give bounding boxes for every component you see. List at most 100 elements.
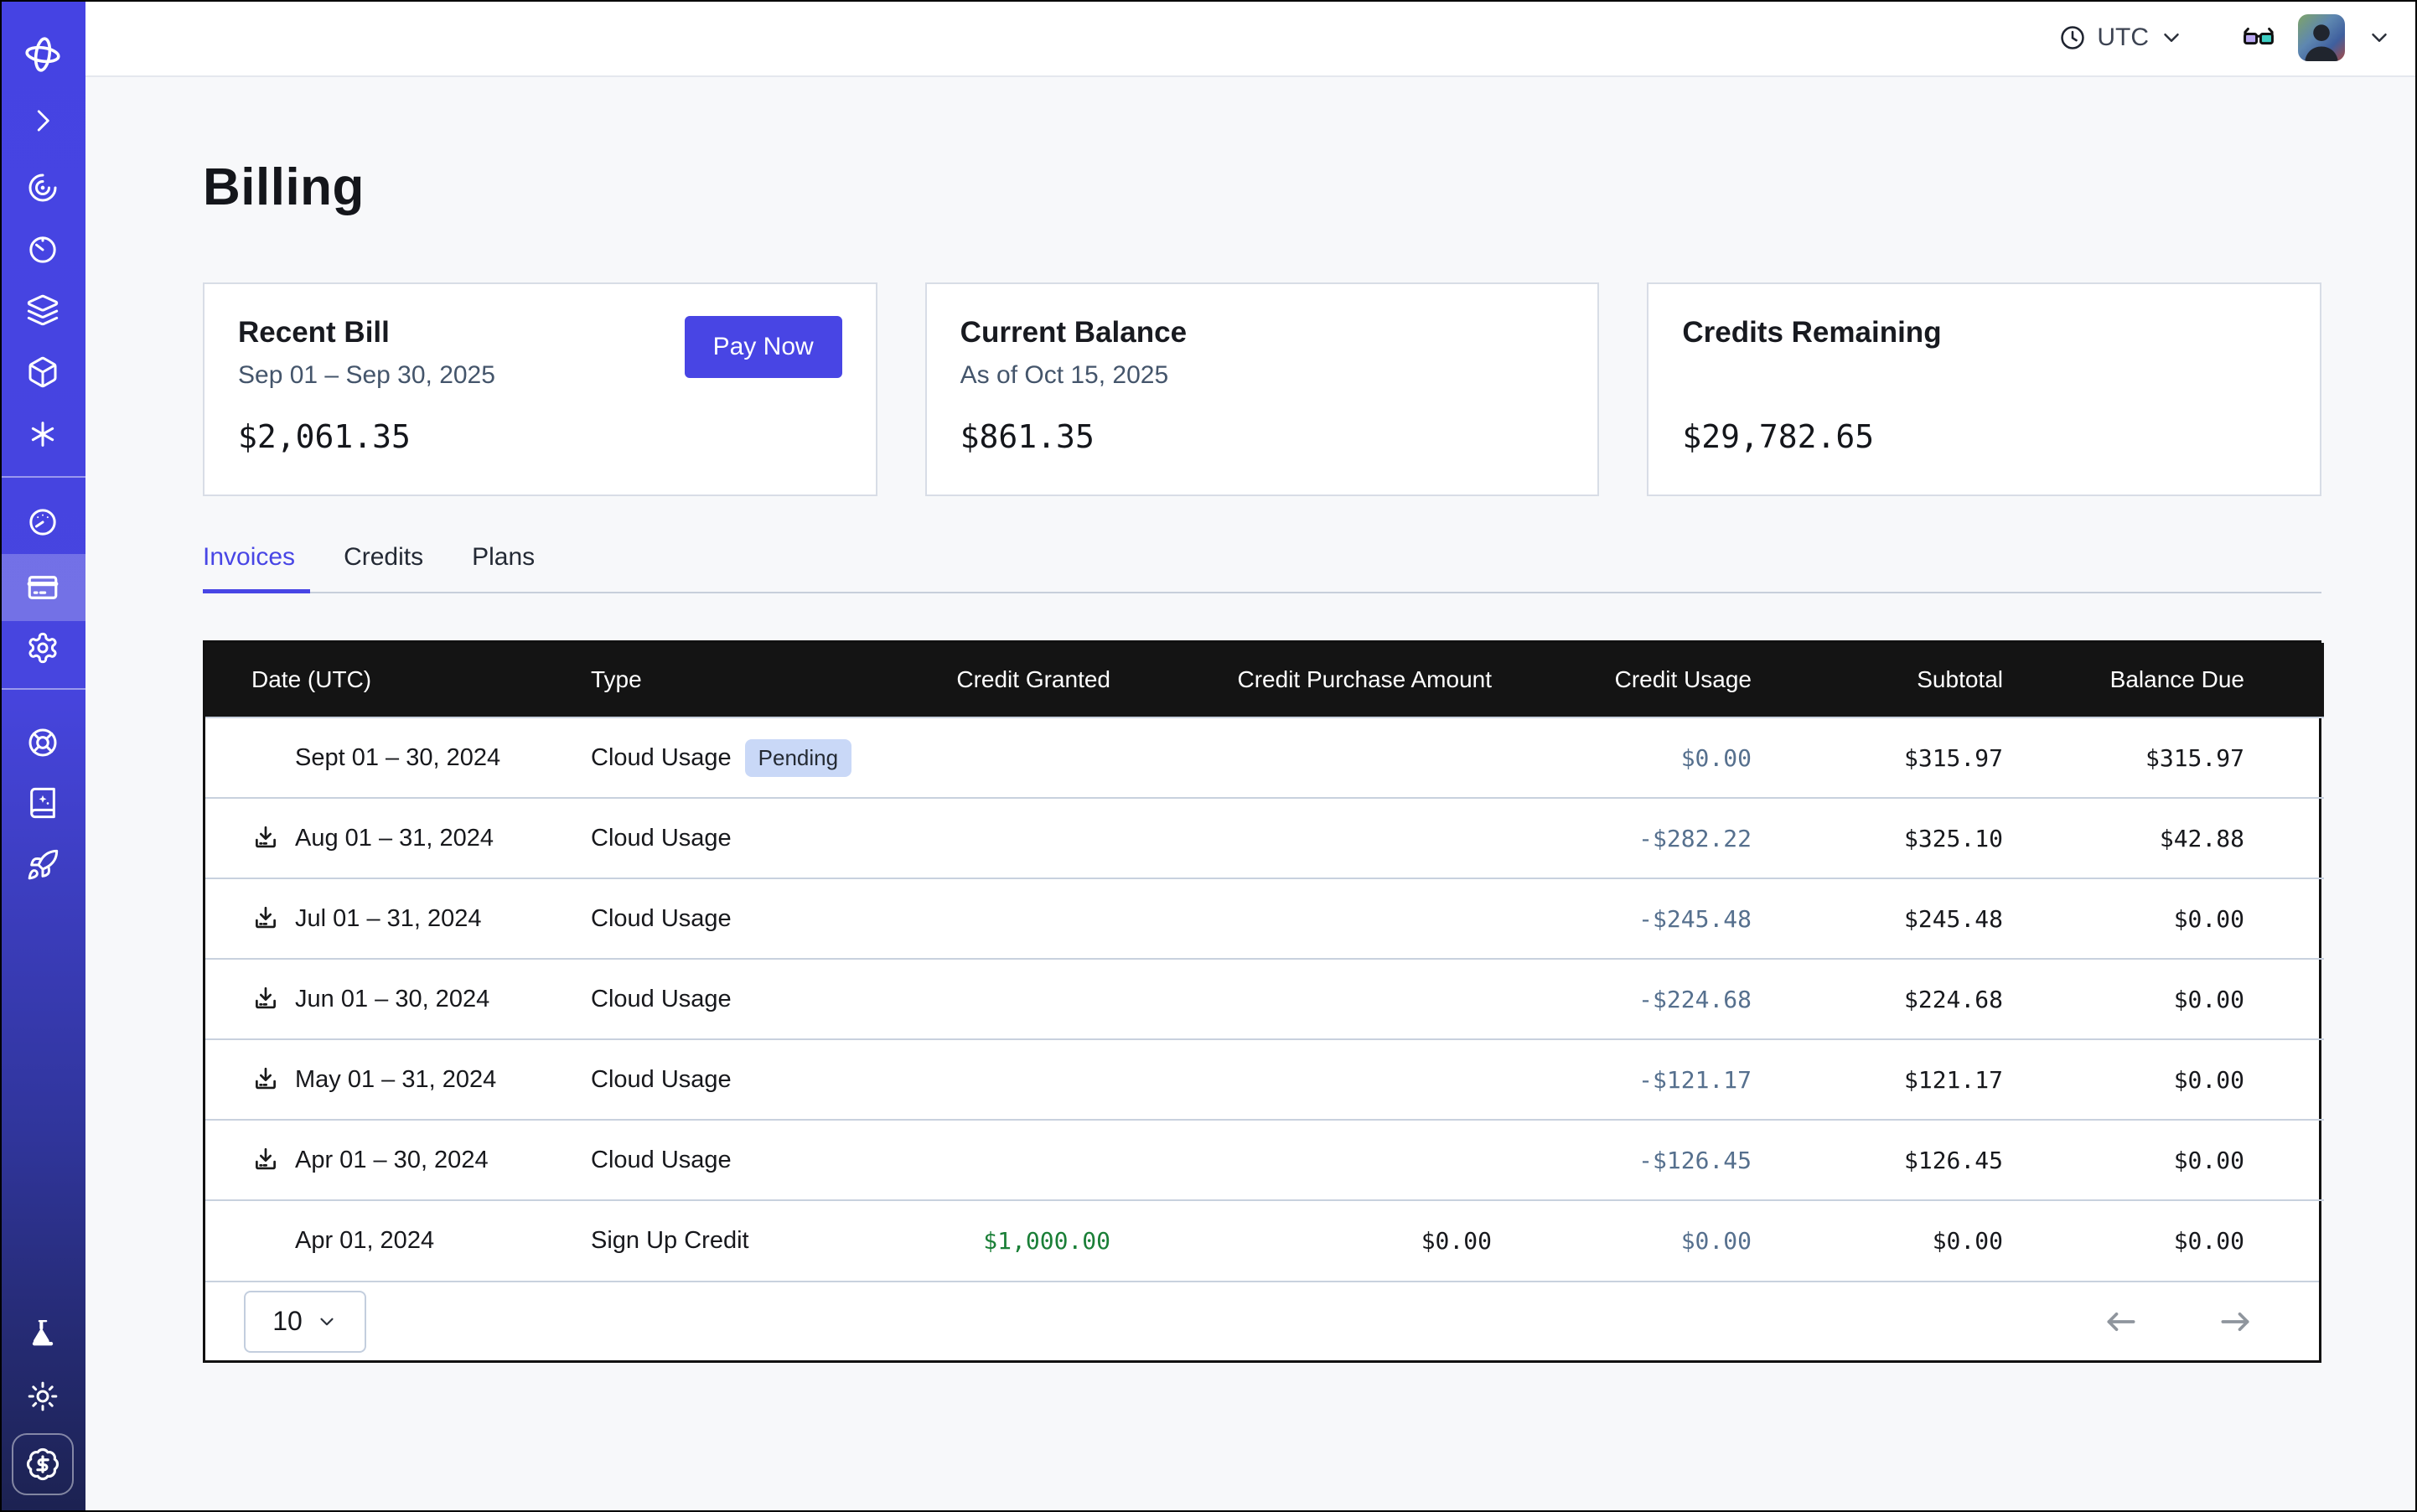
sidebar-item-settings[interactable] xyxy=(0,614,85,681)
card-amount: $861.35 xyxy=(960,418,1565,455)
sidebar-item-timer[interactable] xyxy=(0,216,85,283)
recent-bill-card: Recent Bill Sep 01 – Sep 30, 2025 Pay No… xyxy=(203,282,877,496)
sidebar-item-usage[interactable] xyxy=(0,489,85,556)
credit-usage: -$245.48 xyxy=(1492,878,1752,959)
current-balance-card: Current Balance As of Oct 15, 2025 $861.… xyxy=(925,282,1600,496)
col-balance-due: Balance Due xyxy=(2003,643,2324,717)
invoice-type: Cloud Usage xyxy=(591,986,732,1013)
timezone-label: UTC xyxy=(2097,23,2149,52)
download-invoice-button[interactable] xyxy=(251,824,280,852)
credits-button xyxy=(12,1433,74,1495)
col-credit-granted: Credit Granted xyxy=(884,643,1110,717)
card-subtitle: As of Oct 15, 2025 xyxy=(960,361,1187,393)
billing-tabs: Invoices Credits Plans xyxy=(203,543,2321,593)
page-size-value: 10 xyxy=(272,1306,303,1337)
download-icon xyxy=(251,824,280,852)
credit-granted xyxy=(884,798,1110,878)
sidebar-item-layers[interactable] xyxy=(0,277,85,344)
invoice-type: Cloud Usage xyxy=(591,744,732,772)
table-footer: 10 xyxy=(205,1281,2319,1360)
download-invoice-button[interactable] xyxy=(251,985,280,1013)
credit-purchase: $0.00 xyxy=(1110,1200,1492,1281)
box-icon xyxy=(26,355,60,389)
balance-due: $0.00 xyxy=(2003,1200,2324,1281)
sidebar-item-credits[interactable] xyxy=(0,1431,85,1498)
timer-icon xyxy=(26,233,60,267)
table-row: Jun 01 – 30, 2024 Cloud Usage -$224.68 $… xyxy=(205,959,2324,1039)
col-type: Type xyxy=(591,643,884,717)
invoice-type: Cloud Usage xyxy=(591,905,732,933)
view-mode-toggle[interactable] xyxy=(2241,20,2276,55)
balance-due: $0.00 xyxy=(2003,878,2324,959)
download-invoice-button[interactable] xyxy=(251,1065,280,1094)
gear-icon xyxy=(26,631,60,665)
card-subtitle: Sep 01 – Sep 30, 2025 xyxy=(238,361,495,393)
pay-now-button[interactable]: Pay Now xyxy=(685,316,842,378)
card-title: Credits Remaining xyxy=(1682,316,1941,350)
sidebar-item-rocket[interactable] xyxy=(0,831,85,898)
logo-icon xyxy=(23,34,63,75)
arrow-left-icon xyxy=(2103,1303,2140,1340)
sidebar-item-collapse[interactable] xyxy=(0,87,85,154)
card-amount: $29,782.65 xyxy=(1682,418,2286,455)
flask-icon xyxy=(26,1318,60,1351)
invoice-type: Cloud Usage xyxy=(591,1147,732,1174)
sidebar-item-billing[interactable] xyxy=(0,554,85,621)
col-credit-usage: Credit Usage xyxy=(1492,643,1752,717)
invoice-type: Cloud Usage xyxy=(591,1066,732,1094)
sidebar-item-asterisk[interactable] xyxy=(0,401,85,468)
tab-invoices[interactable]: Invoices xyxy=(203,543,295,592)
main-content: Billing Recent Bill Sep 01 – Sep 30, 202… xyxy=(85,158,2417,1363)
download-invoice-button[interactable] xyxy=(251,904,280,933)
credit-granted xyxy=(884,878,1110,959)
tab-credits[interactable]: Credits xyxy=(344,543,423,592)
sidebar-item-docs[interactable] xyxy=(0,769,85,836)
page-size-select[interactable]: 10 xyxy=(244,1291,366,1353)
next-page-button[interactable] xyxy=(2217,1303,2254,1340)
tab-track xyxy=(203,592,2321,593)
table-header-row: Date (UTC) Type Credit Granted Credit Pu… xyxy=(205,643,2324,717)
timezone-selector[interactable]: UTC xyxy=(2058,23,2184,52)
arrow-right-icon xyxy=(2217,1303,2254,1340)
credit-purchase xyxy=(1110,1039,1492,1120)
credit-usage: -$126.45 xyxy=(1492,1120,1752,1200)
sidebar-item-labs[interactable] xyxy=(0,1301,85,1368)
invoice-type: Cloud Usage xyxy=(591,825,732,852)
download-icon xyxy=(251,904,280,933)
download-invoice-button[interactable] xyxy=(251,1146,280,1174)
credit-purchase xyxy=(1110,717,1492,798)
sidebar-item-logo[interactable] xyxy=(0,21,85,88)
credit-usage: -$282.22 xyxy=(1492,798,1752,878)
account-menu[interactable] xyxy=(2367,25,2392,50)
clock-icon xyxy=(2058,23,2087,52)
table-row: Apr 01, 2024 Sign Up Credit $1,000.00 $0… xyxy=(205,1200,2324,1281)
credit-usage: $0.00 xyxy=(1492,1200,1752,1281)
prev-page-button[interactable] xyxy=(2103,1303,2140,1340)
subtotal: $315.97 xyxy=(1752,717,2003,798)
sidebar-item-theme[interactable] xyxy=(0,1363,85,1430)
chevron-down-icon xyxy=(316,1311,338,1333)
credit-granted xyxy=(884,717,1110,798)
sidebar-item-orbit[interactable] xyxy=(0,154,85,221)
balance-due: $0.00 xyxy=(2003,1120,2324,1200)
invoice-date: Aug 01 – 31, 2024 xyxy=(295,825,494,852)
sidebar-item-support[interactable] xyxy=(0,709,85,776)
sidebar xyxy=(0,0,85,1512)
page-title: Billing xyxy=(203,158,2321,217)
card-subtitle xyxy=(1682,361,1941,393)
tab-plans[interactable]: Plans xyxy=(472,543,535,592)
credit-granted: $1,000.00 xyxy=(884,1200,1110,1281)
table-row: Apr 01 – 30, 2024 Cloud Usage -$126.45 $… xyxy=(205,1120,2324,1200)
credit-card-icon xyxy=(25,570,60,605)
invoice-date: Jul 01 – 31, 2024 xyxy=(295,905,482,933)
avatar-photo xyxy=(2298,14,2345,61)
balance-due: $0.00 xyxy=(2003,959,2324,1039)
sidebar-item-box[interactable] xyxy=(0,339,85,406)
orbit-spiral-icon xyxy=(26,171,60,205)
download-icon xyxy=(251,1065,280,1094)
avatar[interactable] xyxy=(2298,14,2345,61)
subtotal: $245.48 xyxy=(1752,878,2003,959)
credit-purchase xyxy=(1110,878,1492,959)
invoice-date: Apr 01 – 30, 2024 xyxy=(295,1147,489,1174)
glasses-icon xyxy=(2241,20,2276,55)
